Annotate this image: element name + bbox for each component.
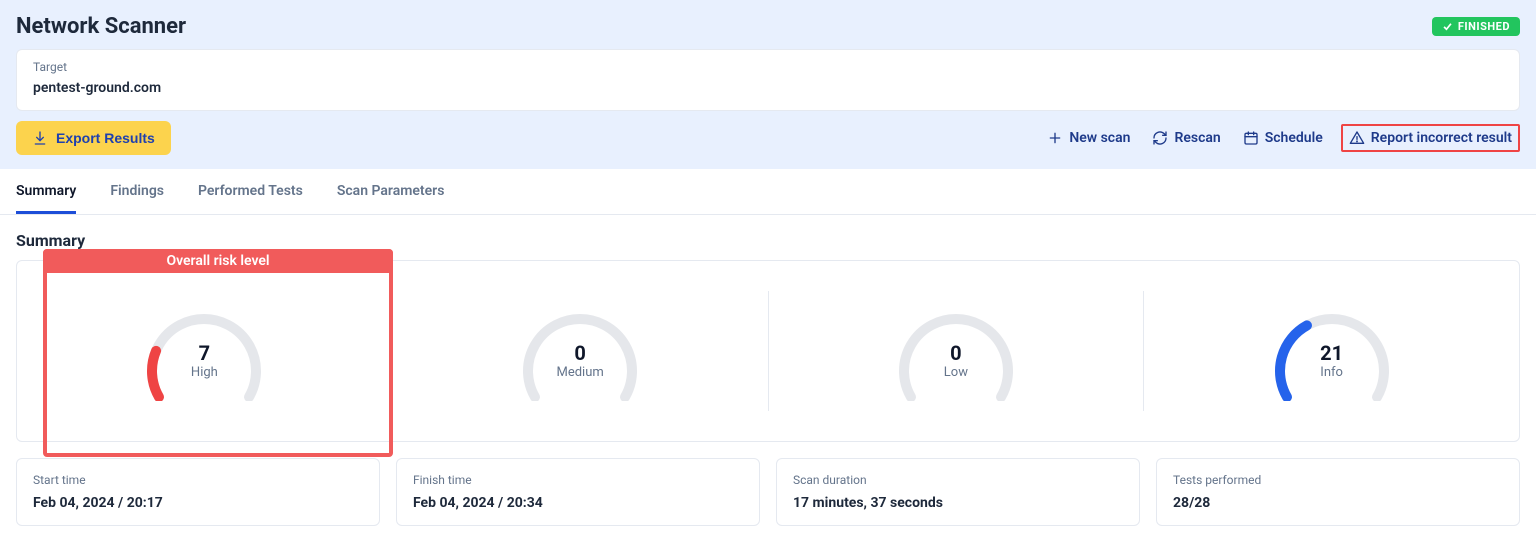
risk-card: Overall risk level 7 High 0 Medium: [16, 260, 1520, 442]
target-card: Target pentest-ground.com: [16, 49, 1520, 111]
overall-risk-label: Overall risk level: [43, 249, 393, 273]
stat-tests-label: Tests performed: [1173, 473, 1503, 487]
plus-icon: [1047, 130, 1063, 146]
gauge-info-value: 21: [1267, 341, 1397, 365]
report-label: Report incorrect result: [1371, 130, 1512, 146]
stat-finish-time: Finish time Feb 04, 2024 / 20:34: [396, 458, 760, 526]
warning-icon: [1349, 130, 1365, 146]
gauge-low-value: 0: [891, 341, 1021, 365]
page-title: Network Scanner: [16, 14, 186, 39]
stat-start-value: Feb 04, 2024 / 20:17: [33, 495, 363, 511]
new-scan-button[interactable]: New scan: [1043, 124, 1134, 152]
gauge-high-label: High: [139, 365, 269, 380]
tab-findings[interactable]: Findings: [110, 169, 164, 214]
stat-duration-label: Scan duration: [793, 473, 1123, 487]
target-label: Target: [33, 60, 1503, 74]
stat-duration-value: 17 minutes, 37 seconds: [793, 495, 1123, 511]
stat-start-label: Start time: [33, 473, 363, 487]
status-text: FINISHED: [1458, 20, 1510, 33]
gauge-info-label: Info: [1267, 365, 1397, 380]
status-badge: FINISHED: [1432, 17, 1520, 36]
summary-heading: Summary: [16, 231, 1520, 250]
calendar-icon: [1243, 130, 1259, 146]
gauge-high-value: 7: [139, 341, 269, 365]
stat-duration: Scan duration 17 minutes, 37 seconds: [776, 458, 1140, 526]
stat-start-time: Start time Feb 04, 2024 / 20:17: [16, 458, 380, 526]
report-incorrect-button[interactable]: Report incorrect result: [1341, 124, 1520, 152]
tab-summary[interactable]: Summary: [16, 169, 76, 214]
gauge-high: 7 High: [17, 291, 393, 411]
tab-performed-tests[interactable]: Performed Tests: [198, 169, 303, 214]
tab-scan-parameters[interactable]: Scan Parameters: [337, 169, 445, 214]
rescan-label: Rescan: [1174, 130, 1220, 146]
rescan-button[interactable]: Rescan: [1148, 124, 1224, 152]
tabs: Summary Findings Performed Tests Scan Pa…: [0, 169, 1536, 215]
stat-tests-value: 28/28: [1173, 495, 1503, 511]
export-label: Export Results: [56, 130, 155, 146]
gauge-info: 21 Info: [1144, 291, 1519, 411]
export-results-button[interactable]: Export Results: [16, 121, 171, 155]
new-scan-label: New scan: [1069, 130, 1130, 146]
stat-finish-value: Feb 04, 2024 / 20:34: [413, 495, 743, 511]
stat-finish-label: Finish time: [413, 473, 743, 487]
gauge-medium: 0 Medium: [393, 291, 769, 411]
stat-tests: Tests performed 28/28: [1156, 458, 1520, 526]
refresh-icon: [1152, 130, 1168, 146]
check-icon: [1442, 21, 1453, 32]
gauge-medium-label: Medium: [515, 365, 645, 380]
target-value: pentest-ground.com: [33, 80, 1503, 96]
schedule-label: Schedule: [1265, 130, 1323, 146]
gauge-low-label: Low: [891, 365, 1021, 380]
schedule-button[interactable]: Schedule: [1239, 124, 1327, 152]
gauge-low: 0 Low: [769, 291, 1145, 411]
download-icon: [32, 130, 48, 146]
gauge-medium-value: 0: [515, 341, 645, 365]
